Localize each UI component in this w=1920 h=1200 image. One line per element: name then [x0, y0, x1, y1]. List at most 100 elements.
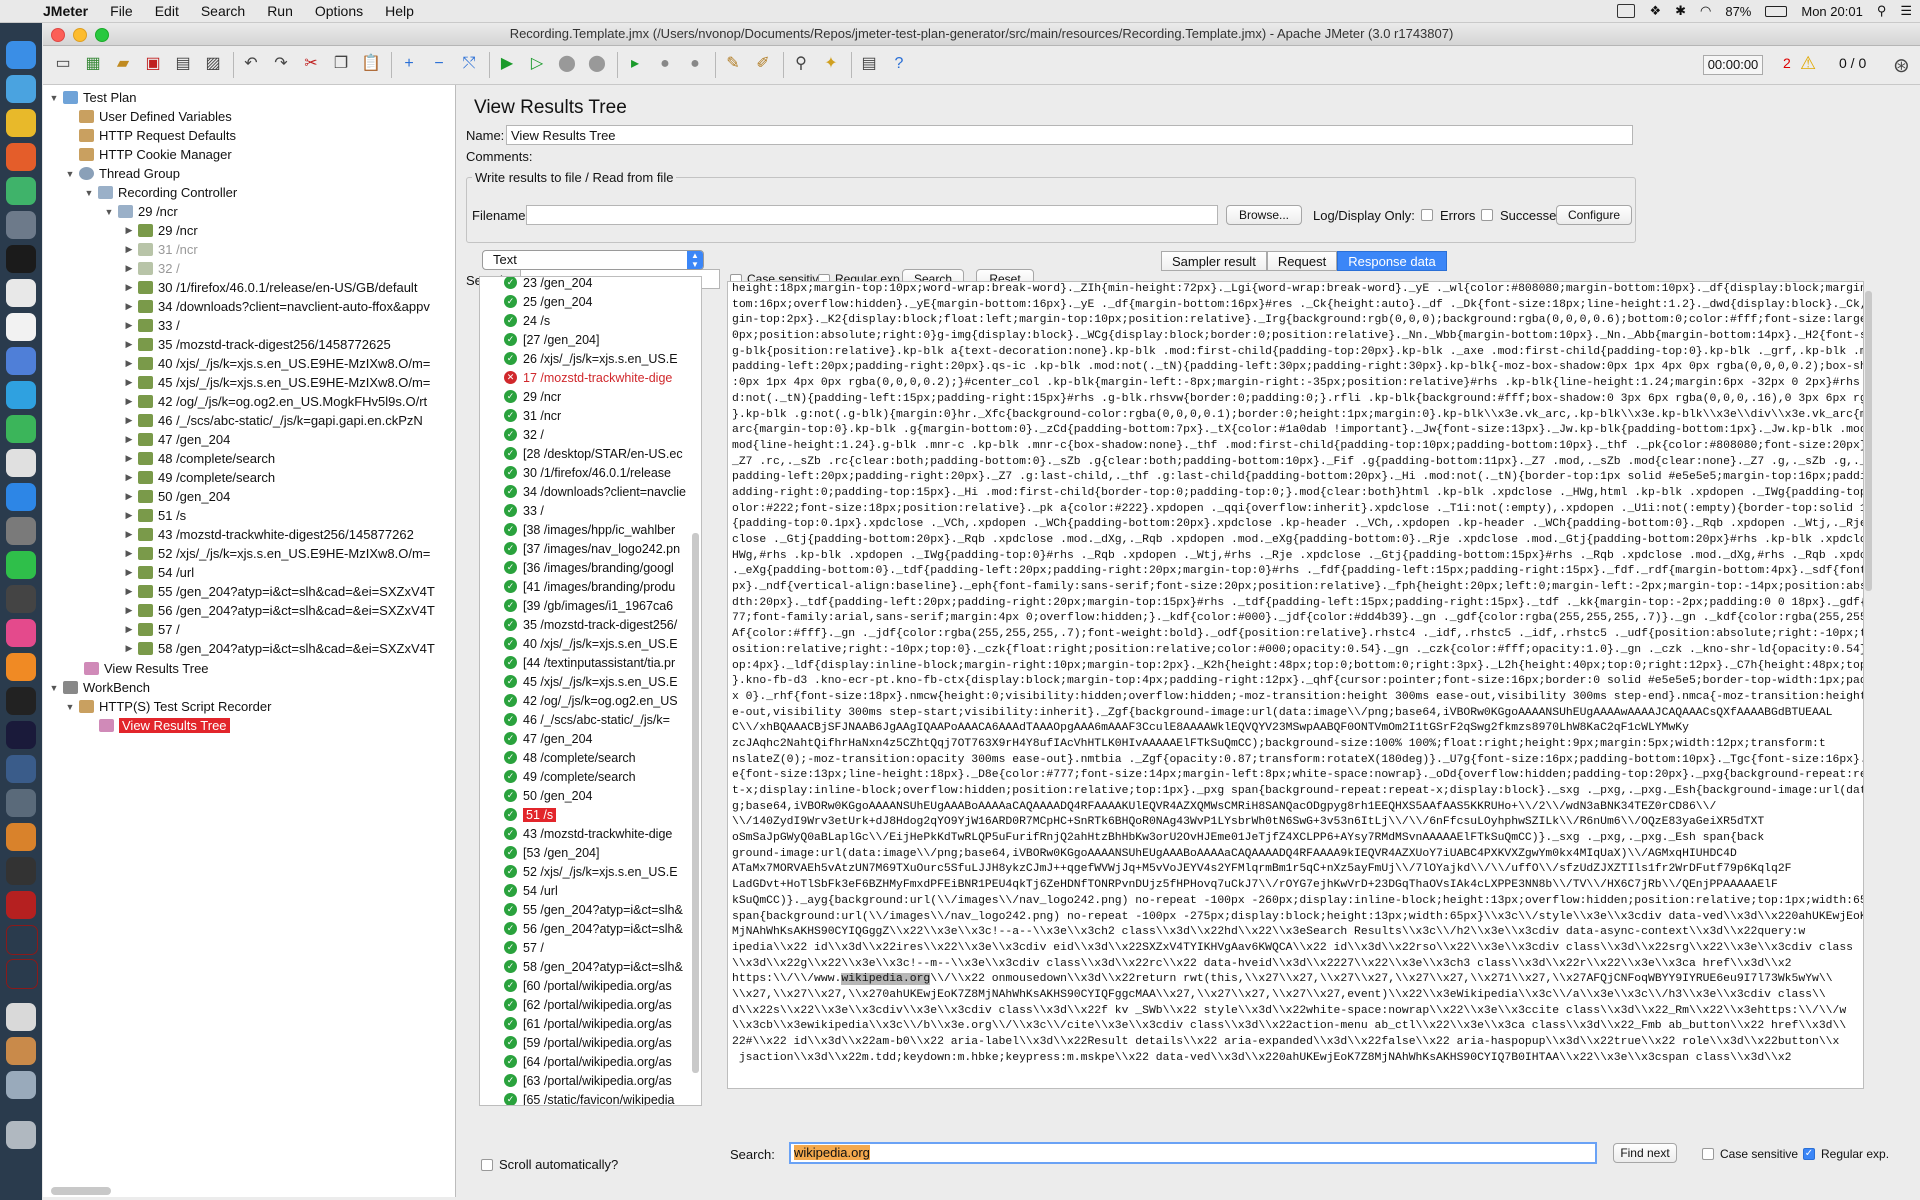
tree-node[interactable]: ▼ HTTP(S) Test Script Recorder: [65, 697, 272, 716]
expand-icon[interactable]: ▶: [124, 605, 134, 616]
tree-node[interactable]: ▶ 49 /complete/search: [124, 468, 276, 487]
name-input[interactable]: View Results Tree: [506, 125, 1633, 145]
app-icon[interactable]: [6, 891, 36, 919]
response-regex-checkbox[interactable]: ✓: [1803, 1148, 1815, 1160]
sample-row[interactable]: ✓ 23 /gen_204: [480, 277, 701, 292]
sample-row[interactable]: ✓ 54 /url: [480, 881, 701, 900]
sample-row[interactable]: ✓ [27 /gen_204]: [480, 330, 701, 349]
expand-icon[interactable]: ▶: [124, 472, 134, 483]
zoom-window-button[interactable]: [95, 28, 109, 42]
whatsapp-icon[interactable]: [6, 415, 36, 443]
tree-node[interactable]: ▶ 48 /complete/search: [124, 449, 276, 468]
expand-icon[interactable]: ▶: [124, 567, 134, 578]
scroll-automatically-checkbox[interactable]: [481, 1159, 493, 1171]
document-icon[interactable]: [6, 1003, 36, 1031]
github-icon[interactable]: [6, 687, 36, 715]
wifi-icon[interactable]: ◠: [1700, 3, 1711, 19]
menu-app-name[interactable]: JMeter: [32, 3, 99, 19]
system-prefs-icon[interactable]: [6, 517, 36, 545]
open-icon[interactable]: ▰: [111, 52, 135, 76]
sample-row[interactable]: ✕ 17 /mozstd-trackwhite-dige: [480, 368, 701, 387]
notification-center-icon[interactable]: ☰: [1900, 3, 1912, 19]
tree-node[interactable]: ▶ 40 /xjs/_/js/k=xjs.s.en_US.E9HE-MzIXw8.…: [124, 354, 431, 373]
collapse-icon[interactable]: ▼: [49, 93, 59, 103]
expand-icon[interactable]: ▶: [124, 244, 134, 255]
menu-options[interactable]: Options: [304, 3, 374, 19]
sample-row[interactable]: ✓ 34 /downloads?client=navclie: [480, 482, 701, 501]
sample-row[interactable]: ✓ [65 /static/favicon/wikipedia: [480, 1090, 701, 1105]
expand-icon[interactable]: ▶: [124, 396, 134, 407]
document-icon[interactable]: [6, 1037, 36, 1065]
response-vertical-scrollbar[interactable]: [1865, 291, 1872, 591]
expand-icon[interactable]: ▶: [124, 491, 134, 502]
jmeter-icon[interactable]: [6, 959, 38, 989]
response-data-text[interactable]: height:18px;margin-top:10px;word-wrap:br…: [727, 281, 1864, 1089]
sample-row[interactable]: ✓ [39 /gb/images/i1_1967ca6: [480, 596, 701, 615]
sample-row[interactable]: ✓ 52 /xjs/_/js/k=xjs.s.en_US.E: [480, 862, 701, 881]
expand-icon[interactable]: ▶: [124, 434, 134, 445]
tree-node[interactable]: ▶ 52 /xjs/_/js/k=xjs.s.en_US.E9HE-MzIXw8.…: [124, 544, 431, 563]
expand-icon[interactable]: ▶: [124, 624, 134, 635]
save-screenshot-icon[interactable]: ▨: [201, 52, 225, 76]
remote-icon[interactable]: ⊛: [1893, 53, 1910, 78]
sample-row[interactable]: ✓ [37 /images/nav_logo242.pn: [480, 539, 701, 558]
firefox-icon[interactable]: [6, 143, 36, 171]
launchpad-icon[interactable]: [6, 211, 36, 239]
sample-row[interactable]: ✓ 43 /mozstd-trackwhite-dige: [480, 824, 701, 843]
configure-button[interactable]: Configure: [1556, 205, 1632, 225]
sample-row[interactable]: ✓ 33 /: [480, 501, 701, 520]
tree-node[interactable]: ▶ 56 /gen_204?atyp=i&ct=slh&cad=&ei=SXZxV…: [124, 601, 435, 620]
tree-node[interactable]: User Defined Variables: [79, 107, 232, 126]
sample-row[interactable]: ✓ 26 /xjs/_/js/k=xjs.s.en_US.E: [480, 349, 701, 368]
notes-icon[interactable]: [6, 313, 36, 341]
jmeter-icon[interactable]: [6, 925, 38, 955]
spotlight-icon[interactable]: ⚲: [1877, 3, 1887, 19]
tree-node[interactable]: ▶ 43 /mozstd-trackwhite-digest256/1458772…: [124, 525, 414, 544]
close-icon[interactable]: ▣: [141, 52, 165, 76]
tree-node[interactable]: ▶ 50 /gen_204: [124, 487, 231, 506]
app-icon[interactable]: [6, 347, 36, 375]
sample-row[interactable]: ✓ 56 /gen_204?atyp=i&ct=slh&: [480, 919, 701, 938]
tree-node[interactable]: ▶ 42 /og/_/js/k=og.og2.en_US.MogkFHv5l9s.…: [124, 392, 428, 411]
tree-node[interactable]: ▼ 29 /ncr: [104, 202, 178, 221]
expand-icon[interactable]: ▶: [124, 377, 134, 388]
help-icon[interactable]: ?: [887, 52, 911, 76]
remote-shutdown-icon[interactable]: ●: [683, 52, 707, 76]
messages-icon[interactable]: [6, 381, 36, 409]
tree-node[interactable]: HTTP Cookie Manager: [79, 145, 232, 164]
expand-icon[interactable]: ▶: [124, 643, 134, 654]
expand-icon[interactable]: ▶: [124, 586, 134, 597]
itunes-icon[interactable]: [6, 619, 36, 647]
sample-row[interactable]: ✓ 47 /gen_204: [480, 729, 701, 748]
errors-checkbox[interactable]: [1421, 209, 1433, 221]
sample-row[interactable]: ✓ 32 /: [480, 425, 701, 444]
menu-search[interactable]: Search: [190, 3, 256, 19]
sample-results-list[interactable]: ✓ 23 /gen_204 ✓ 25 /gen_204 ✓ 24 /s ✓ [27 /gen_…: [479, 276, 702, 1106]
stop-icon[interactable]: ⬤: [555, 52, 579, 76]
tree-node[interactable]: ▶ 29 /ncr: [124, 221, 198, 240]
tree-node[interactable]: View Results Tree: [84, 659, 209, 678]
new-icon[interactable]: ▭: [51, 52, 75, 76]
collapse-icon[interactable]: ▼: [84, 188, 94, 198]
clock[interactable]: Mon 20:01: [1801, 4, 1862, 19]
sample-row[interactable]: ✓ 24 /s: [480, 311, 701, 330]
document-icon[interactable]: [6, 1071, 36, 1099]
expand-icon[interactable]: ▶: [124, 339, 134, 350]
sample-row[interactable]: ✓ 48 /complete/search: [480, 748, 701, 767]
expand-icon[interactable]: ▶: [124, 320, 134, 331]
expand-icon[interactable]: ▶: [124, 453, 134, 464]
app-icon[interactable]: [6, 857, 36, 885]
function-helper-icon[interactable]: ▤: [857, 52, 881, 76]
browse-button[interactable]: Browse...: [1226, 205, 1302, 225]
expand-icon[interactable]: ▶: [124, 529, 134, 540]
tab-request[interactable]: Request: [1266, 251, 1338, 271]
sample-row[interactable]: ✓ 45 /xjs/_/js/k=xjs.s.en_US.E: [480, 672, 701, 691]
cut-icon[interactable]: ✂: [299, 52, 323, 76]
sample-row[interactable]: ✓ [63 /portal/wikipedia.org/as: [480, 1071, 701, 1090]
display-icon[interactable]: [1617, 4, 1636, 18]
tree-node[interactable]: ▼ Thread Group: [65, 164, 180, 183]
find-next-button[interactable]: Find next: [1613, 1143, 1677, 1163]
tree-node[interactable]: ▼ Recording Controller: [84, 183, 238, 202]
menu-edit[interactable]: Edit: [144, 3, 190, 19]
appstore-icon[interactable]: [6, 483, 36, 511]
